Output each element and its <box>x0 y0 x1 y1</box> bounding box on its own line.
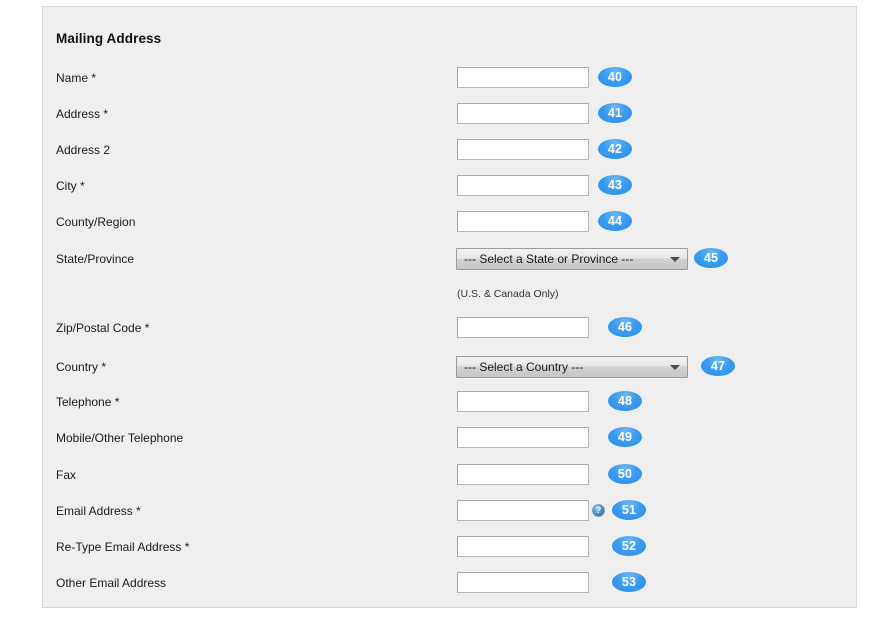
input-fax[interactable] <box>457 464 589 485</box>
required-marker: * <box>132 504 141 518</box>
form-row: Re-Type Email Address * 52 <box>43 536 856 558</box>
page-title: Mailing Address <box>56 31 162 46</box>
input-re-type-email-address[interactable] <box>457 536 589 557</box>
field-label: Zip/Postal Code * <box>56 321 150 335</box>
annotation-badge: 46 <box>608 317 642 337</box>
field-label: Other Email Address <box>56 576 167 590</box>
annotation-badge: 52 <box>612 536 646 556</box>
input-county-region[interactable] <box>457 211 589 232</box>
input-name[interactable] <box>457 67 589 88</box>
form-row: Address 2 42 <box>43 139 856 161</box>
field-label: Telephone * <box>56 395 120 409</box>
form-row: City * 43 <box>43 175 856 197</box>
input-address-2[interactable] <box>457 139 589 160</box>
required-marker: * <box>88 71 97 85</box>
annotation-badge: 49 <box>608 427 642 447</box>
annotation-badge: 48 <box>608 391 642 411</box>
help-question-icon[interactable]: ? <box>592 504 605 517</box>
form-row: County/Region 44 <box>43 211 856 233</box>
annotation-badge: 40 <box>598 67 632 87</box>
field-label: Name * <box>56 71 97 85</box>
input-other-email-address[interactable] <box>457 572 589 593</box>
form-row: Telephone * 48 <box>43 391 856 413</box>
form-row: Mobile/Other Telephone 49 <box>43 427 856 449</box>
annotation-badge: 51 <box>612 500 646 520</box>
required-marker: * <box>111 395 120 409</box>
annotation-badge: 45 <box>694 248 728 268</box>
field-label: Address 2 <box>56 143 111 157</box>
required-marker: * <box>141 321 150 335</box>
input-mobile-other-telephone[interactable] <box>457 427 589 448</box>
annotation-badge: 50 <box>608 464 642 484</box>
annotation-badge: 53 <box>612 572 646 592</box>
input-email-address[interactable] <box>457 500 589 521</box>
annotation-badge: 47 <box>701 356 735 376</box>
required-marker: * <box>98 360 107 374</box>
annotation-badge: 43 <box>598 175 632 195</box>
chevron-down-icon <box>670 257 680 262</box>
select-value: --- Select a State or Province --- <box>464 252 634 266</box>
annotation-badge: 44 <box>598 211 632 231</box>
field-label: Mobile/Other Telephone <box>56 431 184 445</box>
form-row: State/Province --- Select a State or Prov… <box>43 248 856 270</box>
form-row: Email Address *? 51 <box>43 500 856 522</box>
field-label: Re-Type Email Address * <box>56 540 190 554</box>
input-telephone[interactable] <box>457 391 589 412</box>
form-row: Other Email Address 53 <box>43 572 856 594</box>
field-label: City * <box>56 179 85 193</box>
annotation-badge: 41 <box>598 103 632 123</box>
form-row: Country * --- Select a Country --- 47 <box>43 356 856 378</box>
field-label: State/Province <box>56 252 135 266</box>
input-address[interactable] <box>457 103 589 124</box>
field-label: Fax <box>56 468 77 482</box>
form-row: Address * 41 <box>43 103 856 125</box>
mailing-address-panel: Mailing Address Name * 40 Address * 41 Addre… <box>42 6 857 608</box>
field-label: Country * <box>56 360 107 374</box>
form-row: Zip/Postal Code * 46 <box>43 317 856 339</box>
required-marker: * <box>100 107 109 121</box>
required-marker: * <box>76 179 85 193</box>
select-value: --- Select a Country --- <box>464 360 584 374</box>
select-country[interactable]: --- Select a Country --- <box>456 356 688 378</box>
form-row: Fax 50 <box>43 464 856 486</box>
chevron-down-icon <box>670 365 680 370</box>
field-label: Address * <box>56 107 109 121</box>
annotation-badge: 42 <box>598 139 632 159</box>
input-zip-postal-code[interactable] <box>457 317 589 338</box>
select-state-province[interactable]: --- Select a State or Province --- <box>456 248 688 270</box>
required-marker: * <box>181 540 190 554</box>
input-city[interactable] <box>457 175 589 196</box>
page-root: Mailing Address Name * 40 Address * 41 Addre… <box>0 0 882 619</box>
field-label: Email Address * <box>56 504 141 518</box>
field-label: County/Region <box>56 215 136 229</box>
form-row: Name * 40 <box>43 67 856 89</box>
state-province-note: (U.S. & Canada Only) <box>457 288 559 300</box>
